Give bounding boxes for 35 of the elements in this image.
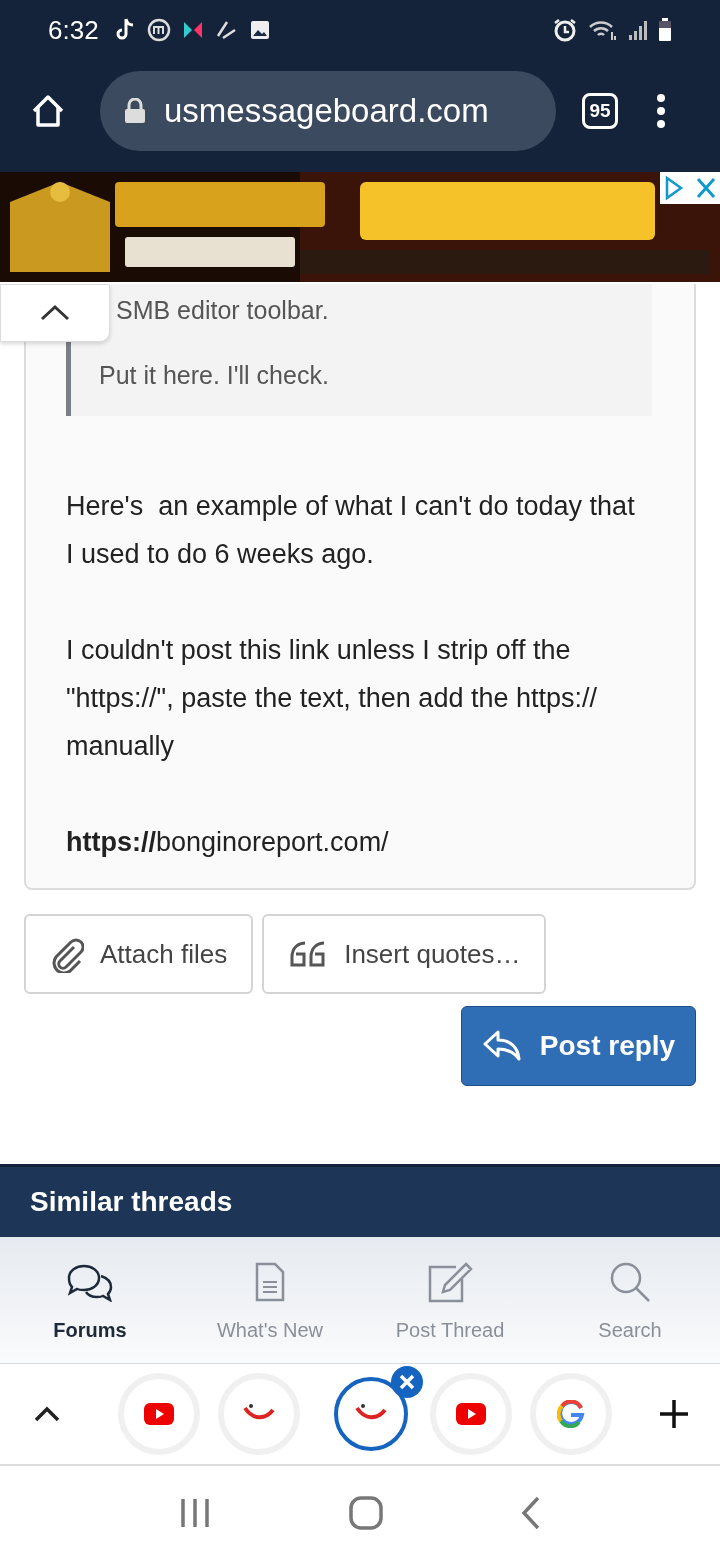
google-g-icon	[557, 1400, 585, 1428]
paragraph: Here's an example of what I can't do today that I used to do 6 weeks ago.	[66, 490, 636, 571]
post-reply-button[interactable]: Post reply	[461, 1006, 696, 1086]
paragraph: https://bonginoreport.com/	[66, 826, 390, 859]
quote-text: Put it here. I'll check.	[99, 361, 330, 390]
alarm-clock-icon	[552, 17, 578, 43]
chevron-up-icon	[39, 304, 71, 322]
clock-time: 6:32	[48, 14, 99, 46]
tab-count-button[interactable]: 95	[582, 93, 618, 129]
home-button-icon[interactable]	[349, 1496, 383, 1530]
circle-m-icon	[146, 18, 171, 42]
plus-icon[interactable]	[658, 1398, 690, 1430]
play-button-icon	[456, 1403, 486, 1425]
home-icon[interactable]	[30, 93, 66, 129]
recent-apps-icon[interactable]	[179, 1497, 211, 1529]
reply-arrow-icon	[481, 1029, 522, 1063]
image-icon	[248, 19, 271, 41]
play-button-icon	[144, 1403, 174, 1425]
back-icon[interactable]	[521, 1496, 541, 1530]
paragraph: I couldn't post this link unless I strip off the "https://", paste the text, then add the https:// manually	[66, 634, 598, 763]
address-field[interactable]: usmessageboard.com	[100, 71, 556, 151]
chevron-up-icon[interactable]	[34, 1406, 60, 1422]
ad-close-icon[interactable]	[660, 172, 720, 204]
signal-icon	[628, 19, 648, 41]
close-icon[interactable]	[390, 1365, 424, 1399]
menu-icon[interactable]	[656, 93, 666, 129]
nav-tab[interactable]: Forums	[0, 1237, 180, 1363]
action-button[interactable]: Insert quotes…	[262, 914, 547, 994]
lock-icon	[124, 98, 146, 124]
wifi-icon	[588, 18, 618, 42]
editor-box[interactable]	[24, 284, 696, 890]
action-button[interactable]: Attach files	[24, 914, 254, 994]
battery-icon	[658, 18, 672, 42]
section-title: Similar threads	[30, 1186, 233, 1218]
quote-text: SMB editor toolbar.	[115, 295, 330, 326]
